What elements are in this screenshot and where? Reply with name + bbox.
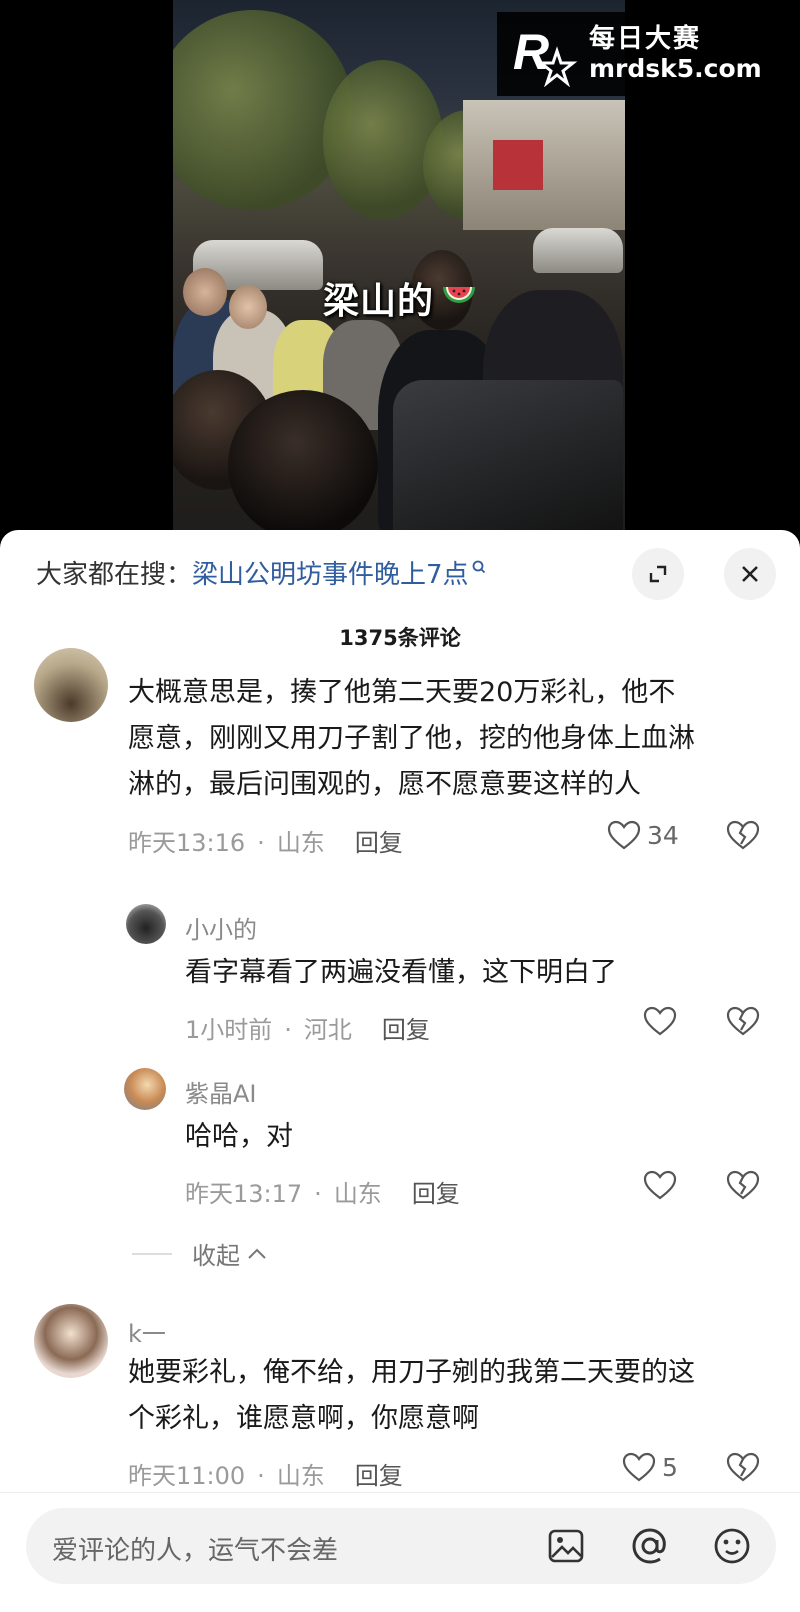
broken-heart-icon <box>726 820 760 850</box>
trending-search[interactable]: 大家都在搜：梁山公明坊事件晚上7点 <box>36 554 487 591</box>
comment-text: 大概意思是，揍了他第二天要20万彩礼，他不 愿意，刚刚又用刀子割了他，挖的他身体… <box>128 670 695 808</box>
collapse-label: 收起 <box>192 1242 240 1270</box>
dislike-button[interactable] <box>726 1452 760 1486</box>
comment-line: 个彩礼，谁愿意啊，你愿意啊 <box>128 1403 479 1434</box>
like-count: 5 <box>662 1452 678 1482</box>
video-area[interactable]: 梁山的 R 每日大赛 mrdsk5.com <box>0 0 800 540</box>
comment-line: 淋的，最后问围观的，愿不愿意要这样的人 <box>128 769 641 800</box>
comment-text: 看字幕看了两遍没看懂，这下明白了 <box>185 957 617 988</box>
reply-button[interactable]: 回复 <box>355 1462 403 1490</box>
comment-text: 哈哈，对 <box>185 1121 293 1152</box>
dislike-button[interactable] <box>726 1170 760 1204</box>
comment-line: 她要彩礼，俺不给，用刀子剜的我第二天要的这 <box>128 1357 695 1388</box>
building <box>463 100 625 230</box>
broken-heart-icon <box>726 1170 760 1200</box>
watermark-url: mrdsk5.com <box>589 53 762 83</box>
collapse-line <box>132 1252 172 1255</box>
watermark-logo: R <box>511 21 581 88</box>
comment-author[interactable]: k一 <box>128 1314 166 1349</box>
svg-text:R: R <box>513 24 549 80</box>
person-head <box>229 285 267 329</box>
mention-button[interactable] <box>630 1526 670 1570</box>
expand-button[interactable] <box>632 548 684 600</box>
car-door <box>393 380 623 540</box>
comment-meta: 昨天11:00 · 山东 回复 <box>128 1462 403 1490</box>
like-button[interactable]: 5 <box>622 1452 678 1482</box>
divider <box>0 1492 800 1493</box>
like-button[interactable] <box>643 1170 683 1200</box>
image-icon <box>548 1529 584 1563</box>
heart-icon <box>643 1006 677 1036</box>
expand-icon <box>649 565 667 583</box>
comment-time: 昨天11:00 <box>128 1462 246 1490</box>
reply-button[interactable]: 回复 <box>355 829 403 857</box>
comment-time: 1小时前 <box>185 1016 273 1044</box>
like-count: 34 <box>647 820 679 850</box>
watermelon-emoji-icon <box>443 287 475 303</box>
emoji-icon <box>714 1528 750 1564</box>
reply-button[interactable]: 回复 <box>412 1180 460 1208</box>
at-icon <box>632 1528 666 1564</box>
person-head <box>228 390 378 540</box>
billboard <box>493 140 543 190</box>
broken-heart-icon <box>726 1006 760 1036</box>
close-button[interactable] <box>724 548 776 600</box>
comment-time: 昨天13:17 <box>185 1180 303 1208</box>
image-button[interactable] <box>546 1526 586 1570</box>
comment-author[interactable]: 小小的 <box>185 910 257 945</box>
watermark-title: 每日大赛 <box>589 23 702 54</box>
comment-input[interactable]: 爱评论的人，运气不会差 <box>52 1530 338 1567</box>
heart-icon <box>622 1452 656 1482</box>
comment-location: 山东 <box>276 1462 325 1490</box>
heart-icon <box>643 1170 677 1200</box>
broken-heart-icon <box>726 1452 760 1482</box>
watermark: R 每日大赛 mrdsk5.com <box>497 12 790 96</box>
close-icon <box>742 566 758 582</box>
dislike-button[interactable] <box>726 820 760 854</box>
comment-text: 她要彩礼，俺不给，用刀子剜的我第二天要的这 个彩礼，谁愿意啊，你愿意啊 <box>128 1350 695 1442</box>
search-prefix: 大家都在搜： <box>36 560 193 590</box>
comment-meta: 1小时前 · 河北 回复 <box>185 1016 430 1044</box>
search-keyword-link[interactable]: 梁山公明坊事件晚上7点 <box>192 560 469 590</box>
emoji-button[interactable] <box>712 1526 752 1570</box>
heart-icon <box>607 820 641 850</box>
avatar[interactable] <box>126 904 166 944</box>
like-button[interactable]: 34 <box>607 820 679 850</box>
comment-meta: 昨天13:17 · 山东 回复 <box>185 1180 460 1208</box>
reply-button[interactable]: 回复 <box>382 1016 430 1044</box>
search-icon <box>471 554 487 584</box>
comment-line: 大概意思是，揍了他第二天要20万彩礼，他不 <box>128 677 676 708</box>
collapse-replies-button[interactable]: 收起 <box>132 1236 268 1271</box>
tree <box>173 10 353 210</box>
avatar[interactable] <box>34 648 108 722</box>
comment-meta: 昨天13:16 · 山东 回复 <box>128 829 403 857</box>
like-button[interactable] <box>643 1006 683 1036</box>
comment-author[interactable]: 紫晶AI <box>185 1074 257 1109</box>
comment-time: 昨天13:16 <box>128 829 246 857</box>
comment-location: 河北 <box>303 1016 352 1044</box>
person-head <box>183 268 227 316</box>
avatar[interactable] <box>124 1068 166 1110</box>
comment-count: 1375条评论 <box>339 626 461 650</box>
comment-line: 愿意，刚刚又用刀子割了他，挖的他身体上血淋 <box>128 723 695 754</box>
comment-location: 山东 <box>333 1180 382 1208</box>
car <box>533 228 623 273</box>
video-caption: 梁山的 <box>323 281 435 322</box>
comment-location: 山东 <box>276 829 325 857</box>
avatar[interactable] <box>34 1304 108 1378</box>
comment-input-bar[interactable]: 爱评论的人，运气不会差 <box>26 1508 776 1584</box>
chevron-up-icon <box>248 1248 266 1259</box>
dislike-button[interactable] <box>726 1006 760 1040</box>
tree <box>323 60 443 220</box>
comment-sheet: 大家都在搜：梁山公明坊事件晚上7点 1375条评论 大概意思是，揍了他第二天要2… <box>0 530 800 1612</box>
